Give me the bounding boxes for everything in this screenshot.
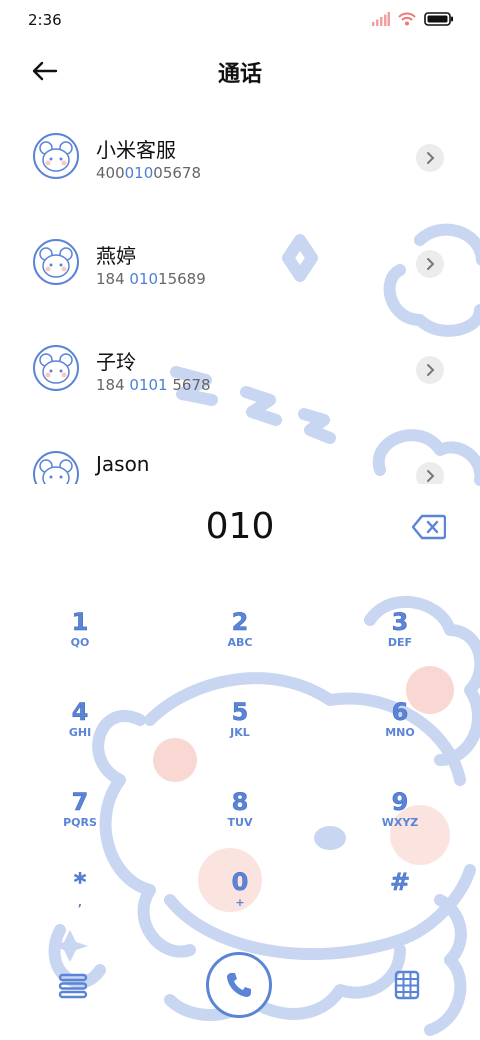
avatar: [32, 132, 80, 180]
contact-name: 燕婷: [96, 244, 136, 268]
avatar: [32, 344, 80, 392]
contact-row[interactable]: 燕婷 184 01015689: [0, 214, 480, 320]
contact-detail-button[interactable]: [416, 356, 444, 384]
key-0[interactable]: 0 +: [165, 868, 315, 948]
signal-icon: [372, 12, 390, 26]
dial-keypad: 1 QO 2 ABC 3 DEF 4 GHI 5 JKL 6 MNO 7 PQRS 8 TUV …: [0, 590, 480, 950]
key-5[interactable]: 5 JKL: [165, 698, 315, 778]
contact-detail-button[interactable]: [416, 144, 444, 172]
contact-row[interactable]: Jason: [0, 426, 480, 484]
avatar: [32, 238, 80, 286]
contact-detail-button[interactable]: [416, 462, 444, 484]
key-4[interactable]: 4 GHI: [5, 698, 155, 778]
wifi-icon: [398, 12, 416, 26]
contact-name: Jason: [96, 452, 150, 476]
chevron-right-icon: [427, 470, 435, 482]
contact-row[interactable]: 小米客服 40001005678: [0, 108, 480, 214]
key-star[interactable]: *,: [5, 868, 155, 948]
bottom-action-bar: [0, 950, 480, 1040]
chevron-right-icon: [427, 152, 435, 164]
key-hash[interactable]: #: [325, 868, 475, 948]
voicemail-icon: QO: [70, 636, 90, 649]
status-time: 2:36: [28, 11, 62, 29]
avatar: [32, 450, 80, 484]
key-3[interactable]: 3 DEF: [325, 608, 475, 688]
dialpad-icon[interactable]: [394, 970, 420, 1000]
contact-detail-button[interactable]: [416, 250, 444, 278]
key-6[interactable]: 6 MNO: [325, 698, 475, 778]
dialed-number[interactable]: 010: [0, 506, 480, 547]
key-1[interactable]: 1 QO: [5, 608, 155, 688]
contact-number: 184 01015689: [96, 270, 206, 288]
backspace-icon[interactable]: [412, 514, 446, 540]
key-8[interactable]: 8 TUV: [165, 788, 315, 868]
call-button[interactable]: [206, 952, 272, 1018]
contact-number: 40001005678: [96, 164, 201, 182]
contact-number: 184 0101 5678: [96, 376, 211, 394]
battery-icon: [424, 12, 453, 26]
key-2[interactable]: 2 ABC: [165, 608, 315, 688]
contact-row[interactable]: 子玲 184 0101 5678: [0, 320, 480, 426]
page-title: 通话: [217, 62, 262, 87]
top-app-bar: 通话: [0, 48, 480, 92]
key-9[interactable]: 9 WXYZ: [325, 788, 475, 868]
contact-name: 子玲: [96, 350, 136, 374]
contact-name: 小米客服: [96, 138, 176, 162]
chevron-right-icon: [427, 258, 435, 270]
dial-input-area: 010: [0, 484, 480, 574]
menu-icon[interactable]: [58, 972, 88, 1000]
status-bar: 2:36: [0, 0, 480, 40]
phone-icon: [227, 973, 251, 997]
contact-suggestion-list: 小米客服 40001005678 燕婷 184 01015689 子玲 184 …: [0, 108, 480, 484]
key-7[interactable]: 7 PQRS: [5, 788, 155, 868]
chevron-right-icon: [427, 364, 435, 376]
